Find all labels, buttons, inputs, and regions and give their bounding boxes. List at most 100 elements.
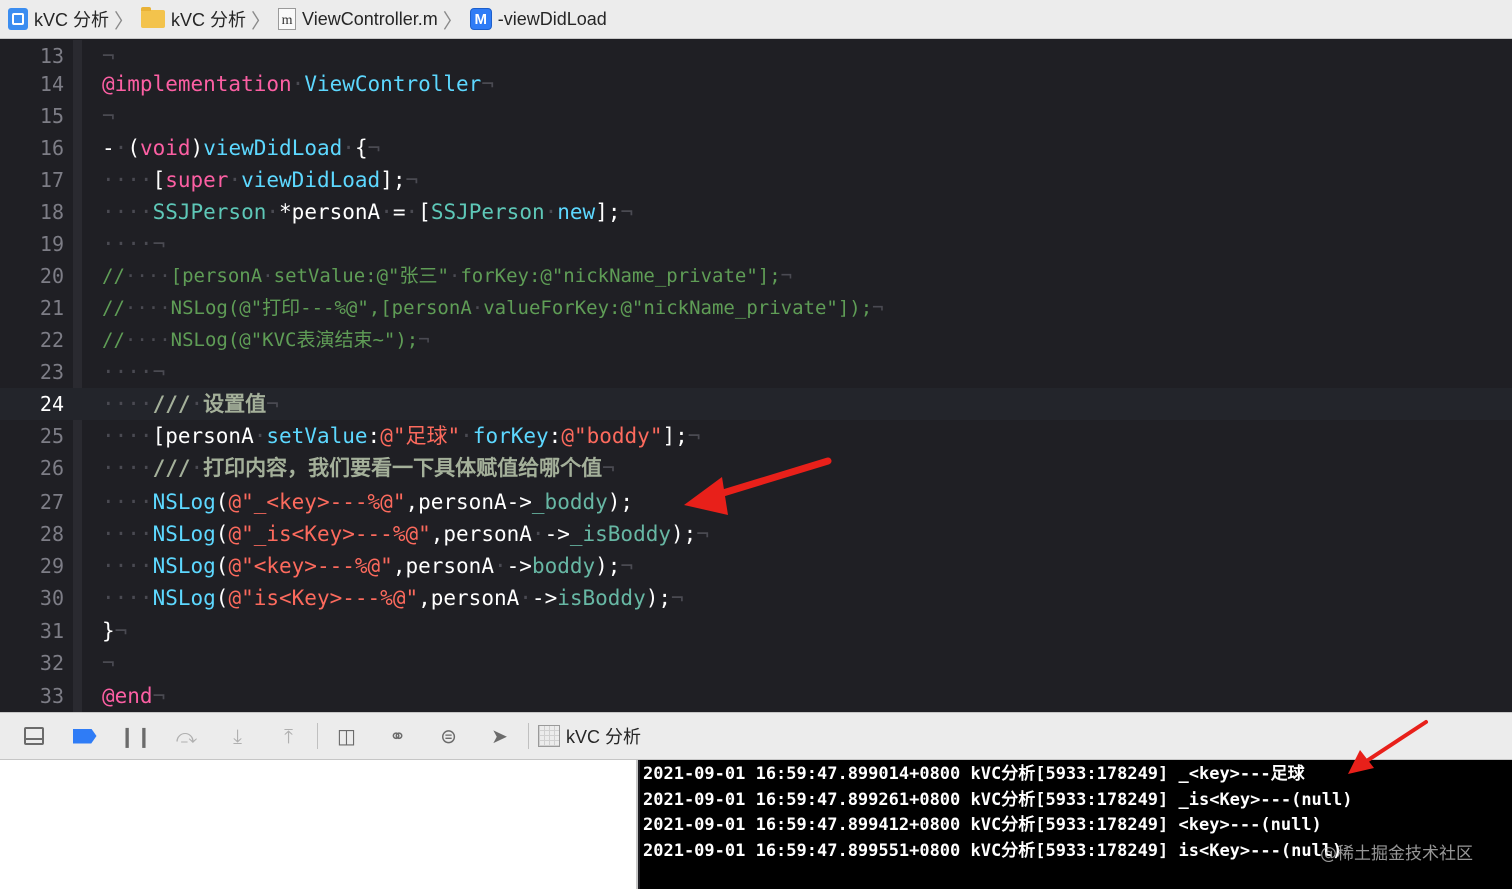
breadcrumb-method-label: -viewDidLoad <box>497 8 607 29</box>
code-line[interactable]: 33 @end¬ <box>0 680 1512 712</box>
code-token: ···· <box>124 265 171 287</box>
code-line[interactable]: 24 ····///·设置值¬ <box>0 388 1512 420</box>
code-line[interactable]: 29 ····NSLog(@"<key>---%@",personA·->bodd… <box>0 550 1512 582</box>
code-text[interactable]: -·(void)viewDidLoad·{¬ <box>102 132 380 164</box>
code-token: ¬ <box>780 265 793 287</box>
code-text[interactable]: ····///·打印内容，我们要看一下具体赋值给哪个值¬ <box>102 452 615 484</box>
line-number[interactable]: 27 <box>0 486 64 518</box>
code-line[interactable]: 27 ····NSLog(@"_<key>---%@",personA->_bod… <box>0 486 1512 518</box>
code-text[interactable]: //····NSLog(@"KVC表演结束~");¬ <box>102 324 430 356</box>
code-token: · <box>253 424 267 448</box>
view-debugger-button[interactable]: ◫ <box>321 721 372 751</box>
code-text[interactable]: @end¬ <box>102 680 165 712</box>
code-text[interactable]: ····NSLog(@"_is<Key>---%@",personA·->_is… <box>102 518 709 550</box>
step-out-button[interactable]: ⤒ <box>263 721 314 751</box>
breadcrumb-project[interactable]: kVC 分析 <box>8 6 109 32</box>
line-number[interactable]: 17 <box>0 164 64 196</box>
line-number[interactable]: 30 <box>0 582 64 614</box>
code-token: viewDidLoad <box>203 136 343 160</box>
line-number[interactable]: 18 <box>0 196 64 228</box>
step-over-button[interactable]: ⤼ <box>161 721 212 751</box>
variables-view[interactable] <box>0 760 638 889</box>
breadcrumb-file[interactable]: m ViewController.m <box>278 8 438 30</box>
line-number[interactable]: 21 <box>0 292 64 324</box>
code-line[interactable]: 32 ¬ <box>0 647 1512 679</box>
line-number[interactable]: 31 <box>0 615 64 647</box>
line-number[interactable]: 14 <box>0 68 64 100</box>
code-line[interactable]: 19 ····¬ <box>0 228 1512 260</box>
watermark: @稀土掘金技术社区 <box>1320 844 1473 864</box>
code-line[interactable]: 21 //····NSLog(@"打印---%@",[personA·valueF… <box>0 292 1512 324</box>
code-token: @"_is<Key>---%@" <box>228 522 431 546</box>
line-number[interactable]: 16 <box>0 132 64 164</box>
code-token: void <box>139 136 191 160</box>
code-token: ¬ <box>620 554 634 578</box>
code-text[interactable]: //····[personA·setValue:@"张三"·forKey:@"n… <box>102 260 792 292</box>
code-line[interactable]: 30 ····NSLog(@"is<Key>---%@",personA·->is… <box>0 582 1512 614</box>
code-text[interactable]: @implementation·ViewController¬ <box>102 68 494 100</box>
code-token: ,personA <box>430 522 532 546</box>
simulate-location-button[interactable]: ➤ <box>474 721 525 751</box>
line-number[interactable]: 23 <box>0 356 64 388</box>
environment-overrides-button[interactable]: ⊜ <box>423 721 474 751</box>
code-token: 打印内容，我们要看一下具体赋值给哪个值 <box>203 456 603 480</box>
code-token: [ <box>418 200 431 224</box>
code-line[interactable]: 23 ····¬ <box>0 356 1512 388</box>
step-over-icon: ⤼ <box>175 724 198 748</box>
code-line[interactable]: 20 //····[personA·setValue:@"张三"·forKey:@… <box>0 260 1512 292</box>
code-line[interactable]: 17 ····[super·viewDidLoad];¬ <box>0 164 1512 196</box>
code-editor[interactable]: 13 ¬ 14 @implementation·ViewController¬ 15 ¬ 1… <box>0 40 1512 712</box>
code-text[interactable]: ····[personA·setValue:@"足球"·forKey:@"bod… <box>102 420 700 452</box>
code-text[interactable]: ····¬ <box>102 356 165 388</box>
code-line[interactable]: 25 ····[personA·setValue:@"足球"·forKey:@"b… <box>0 420 1512 452</box>
code-line[interactable]: 22 //····NSLog(@"KVC表演结束~");¬ <box>0 324 1512 356</box>
breakpoints-toggle-button[interactable] <box>59 721 110 751</box>
console-output[interactable]: 2021-09-01 16:59:47.899014+0800 kVC分析[59… <box>640 760 1512 889</box>
code-token: ···· <box>102 554 153 578</box>
line-number[interactable]: 22 <box>0 324 64 356</box>
breadcrumb-folder[interactable]: kVC 分析 <box>141 6 246 32</box>
code-line[interactable]: 28 ····NSLog(@"_is<Key>---%@",personA·->_… <box>0 518 1512 550</box>
code-token: ···· <box>102 456 153 480</box>
line-number[interactable]: 32 <box>0 647 64 679</box>
line-number[interactable]: 33 <box>0 680 64 712</box>
code-token: ¬ <box>266 392 279 416</box>
code-text[interactable]: ····NSLog(@"<key>---%@",personA·->boddy)… <box>102 550 633 582</box>
code-text[interactable]: ····SSJPerson·*personA·=·[SSJPerson·new]… <box>102 196 633 228</box>
code-text[interactable]: }¬ <box>102 615 127 647</box>
code-text[interactable]: ····NSLog(@"is<Key>---%@",personA·->isBo… <box>102 582 684 614</box>
code-token: · <box>405 200 419 224</box>
line-number[interactable]: 19 <box>0 228 64 260</box>
line-number[interactable]: 25 <box>0 420 64 452</box>
code-text[interactable]: ····NSLog(@"_<key>---%@",personA->_boddy… <box>102 486 633 518</box>
code-text[interactable]: ····¬ <box>102 228 165 260</box>
code-token: @"_<key>---%@" <box>228 490 406 514</box>
debug-target-selector[interactable]: kVC 分析 <box>538 723 641 749</box>
line-number[interactable]: 20 <box>0 260 64 292</box>
hide-debug-area-button[interactable] <box>8 721 59 751</box>
code-text[interactable]: //····NSLog(@"打印---%@",[personA·valueFor… <box>102 292 884 324</box>
line-number[interactable]: 28 <box>0 518 64 550</box>
code-line[interactable]: 16 -·(void)viewDidLoad·{¬ <box>0 132 1512 164</box>
code-line[interactable]: 31 }¬ <box>0 615 1512 647</box>
code-text[interactable]: ¬ <box>102 647 115 679</box>
code-line[interactable]: 14 @implementation·ViewController¬ <box>0 68 1512 100</box>
code-token: ¬ <box>102 651 115 675</box>
code-text[interactable]: ····[super·viewDidLoad];¬ <box>102 164 418 196</box>
line-number[interactable]: 29 <box>0 550 64 582</box>
breadcrumb-method[interactable]: M -viewDidLoad <box>469 8 607 30</box>
code-text[interactable]: ····///·设置值¬ <box>102 388 279 420</box>
line-number[interactable]: 24 <box>0 388 64 420</box>
step-into-button[interactable]: ⤓ <box>212 721 263 751</box>
code-text[interactable]: ¬ <box>102 100 115 132</box>
code-line[interactable]: 18 ····SSJPerson·*personA·=·[SSJPerson·ne… <box>0 196 1512 228</box>
environment-overrides-icon: ⊜ <box>440 724 457 748</box>
code-line[interactable]: 26 ····///·打印内容，我们要看一下具体赋值给哪个值¬ <box>0 452 1512 484</box>
line-number[interactable]: 26 <box>0 452 64 484</box>
code-line[interactable]: 15 ¬ <box>0 100 1512 132</box>
pause-button[interactable]: ❙❙ <box>110 721 161 751</box>
memory-graph-button[interactable]: ⚭ <box>372 721 423 751</box>
code-token: · <box>380 200 393 224</box>
line-number[interactable]: 15 <box>0 100 64 132</box>
code-token: ····¬ <box>102 232 166 256</box>
